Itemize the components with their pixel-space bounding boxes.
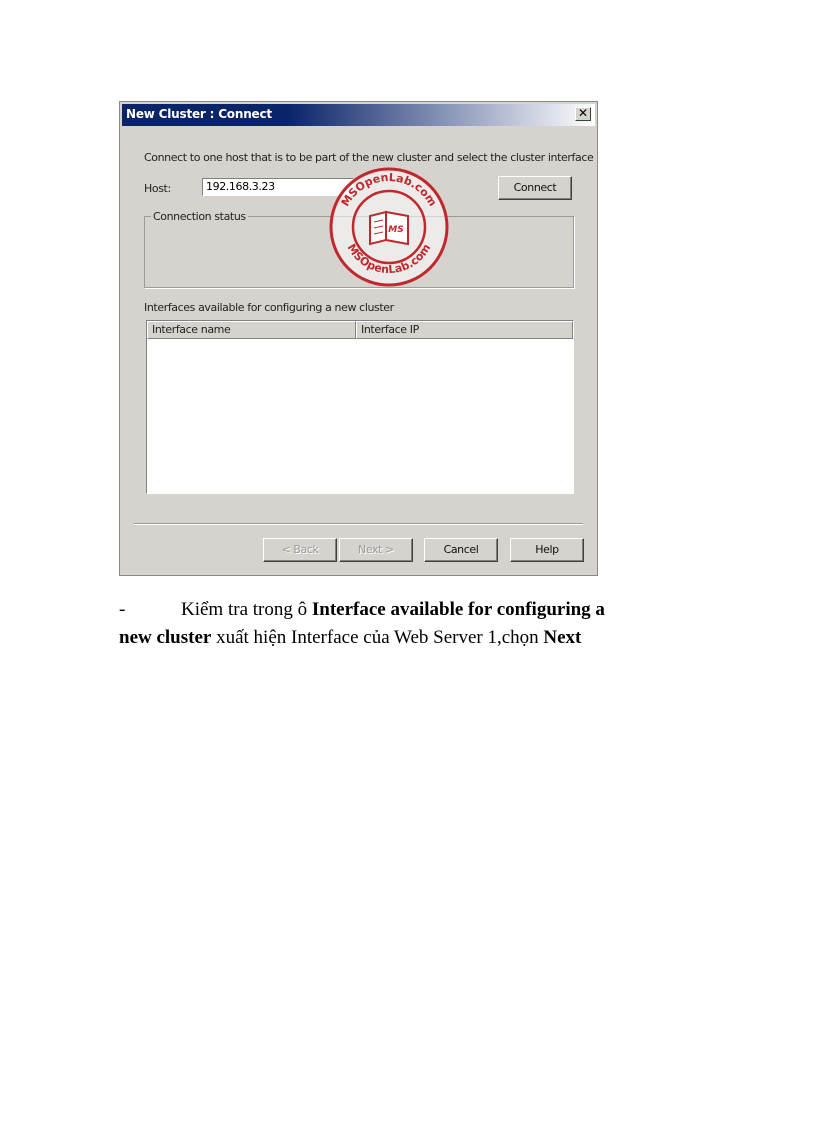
connection-status-label: Connection status	[151, 210, 248, 223]
separator	[134, 523, 583, 525]
bullet-dash: -	[119, 599, 126, 620]
next-button[interactable]: Next >	[339, 538, 413, 562]
line2-bold-end: Next	[543, 627, 582, 648]
msopenlab-stamp-icon: MSOpenLab.com MSOpenLab.com MS	[329, 167, 449, 287]
paragraph-line-1: Kiểm tra trong ô Interface available for…	[181, 596, 605, 624]
help-button[interactable]: Help	[510, 538, 584, 562]
back-button[interactable]: < Back	[263, 538, 337, 562]
line2-middle: xuất hiện Interface của Web Server 1,chọ…	[211, 627, 544, 648]
cancel-button[interactable]: Cancel	[424, 538, 498, 562]
line1-prefix: Kiểm tra trong ô	[181, 599, 312, 620]
line1-bold: Interface available for configuring a	[311, 599, 605, 620]
close-button[interactable]: ✕	[575, 107, 591, 121]
column-header-interface-name[interactable]: Interface name	[147, 321, 356, 339]
interfaces-list[interactable]: Interface name Interface IP	[146, 320, 574, 494]
connect-button[interactable]: Connect	[498, 176, 572, 200]
dialog-screenshot: New Cluster : Connect ✕ Connect to one h…	[119, 101, 598, 576]
interfaces-label: Interfaces available for configuring a n…	[144, 301, 394, 314]
line2-bold: new cluster	[119, 627, 212, 648]
stamp-badge: MS	[388, 225, 403, 235]
paragraph-line-2: new cluster xuất hiện Interface của Web …	[119, 624, 581, 652]
instruction-text: Connect to one host that is to be part o…	[144, 151, 594, 164]
close-icon: ✕	[577, 106, 589, 120]
dialog-title: New Cluster : Connect	[126, 107, 272, 121]
host-label: Host:	[144, 182, 171, 195]
title-bar: New Cluster : Connect ✕	[122, 104, 595, 126]
column-header-interface-ip[interactable]: Interface IP	[356, 321, 573, 339]
